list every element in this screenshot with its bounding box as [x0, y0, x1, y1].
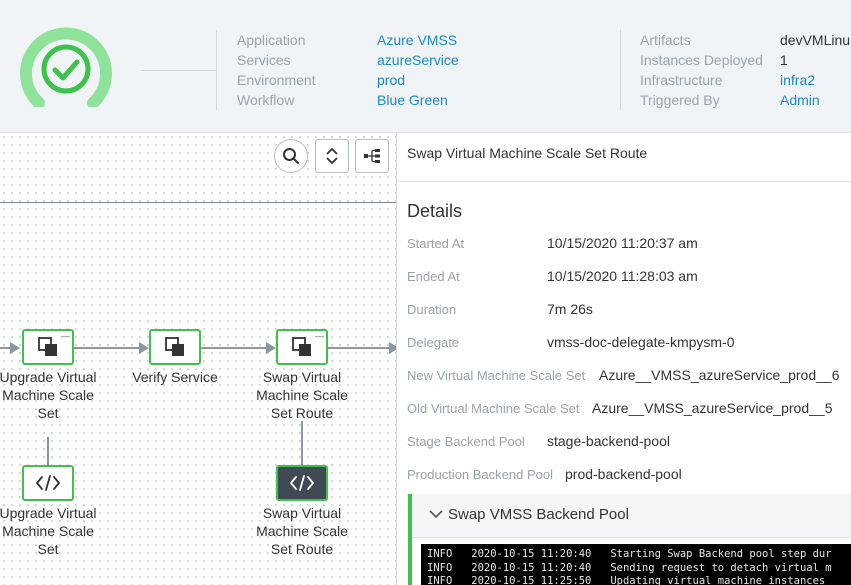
application-link[interactable]: Azure VMSS — [377, 30, 459, 50]
detail-label: Duration — [407, 302, 457, 317]
details-heading: Details — [407, 201, 463, 221]
detail-row-delegate: Delegate vmss-doc-delegate-kmpysm-0 — [407, 334, 735, 351]
detail-row-old-vmss: Old Virtual Machine Scale Set Azure__VMS… — [407, 400, 832, 417]
node-label: Upgrade Virtual Machine Scale Set — [0, 369, 97, 421]
detail-label: Old Virtual Machine Scale Set — [407, 401, 580, 416]
graph-search-button[interactable] — [274, 139, 308, 173]
collapse-icon[interactable]: — — [315, 332, 324, 341]
instances-deployed-value: 1 — [780, 52, 788, 68]
detail-label: Delegate — [407, 335, 460, 350]
triggered-by-label: Triggered By — [640, 92, 720, 108]
detail-label: New Virtual Machine Scale Set — [407, 368, 586, 383]
detail-row-new-vmss: New Virtual Machine Scale Set Azure__VMS… — [407, 367, 839, 384]
step-details-panel: Swap Virtual Machine Scale Set Route Det… — [396, 133, 851, 585]
node-verify-service[interactable] — [149, 329, 201, 365]
success-status-icon — [20, 27, 112, 107]
detail-label: Started At — [407, 236, 465, 251]
code-icon — [36, 475, 60, 491]
meta-right-labels: Artifacts Instances Deployed Infrastruct… — [640, 30, 763, 110]
node-label: Swap Virtual Machine Scale Set Route — [256, 369, 348, 421]
stack-icon — [165, 337, 184, 356]
node-upgrade-vmss[interactable]: — — [22, 329, 74, 365]
node-upgrade-vmss-script[interactable] — [22, 465, 74, 501]
arrow-head — [10, 342, 20, 354]
log-line: INFO 2020-10-15 11:20:40 Starting Swap B… — [427, 548, 832, 560]
chevron-down-icon — [429, 510, 443, 519]
arrow-head — [139, 342, 149, 354]
detail-row-ended-at: Ended At 10/15/2020 11:28:03 am — [407, 268, 698, 285]
execution-log[interactable]: INFO 2020-10-15 11:20:40 Starting Swap B… — [421, 544, 851, 585]
workflow-label: Workflow — [237, 92, 295, 108]
meta-left-values: Azure VMSS azureService prod Blue Green — [377, 30, 459, 110]
header-connector — [141, 70, 216, 71]
services-label: Services — [237, 52, 291, 68]
detail-value: Azure__VMSS_azureService_prod__6 — [599, 367, 840, 383]
expand-collapse-icon — [326, 147, 338, 165]
header-divider — [620, 30, 621, 110]
section-title: Swap VMSS Backend Pool — [448, 506, 629, 523]
panel-title: Swap Virtual Machine Scale Set Route — [407, 145, 648, 161]
stack-icon — [292, 337, 311, 356]
workflow-link[interactable]: Blue Green — [377, 90, 459, 110]
detail-value: prod-backend-pool — [565, 466, 682, 482]
graph-edge — [47, 437, 49, 465]
header-divider — [216, 30, 217, 110]
panel-divider — [397, 181, 851, 182]
detail-row-duration: Duration 7m 26s — [407, 301, 593, 318]
swap-backend-pool-section: Swap VMSS Backend Pool INFO 2020-10-15 1… — [408, 494, 851, 585]
instances-deployed-label: Instances Deployed — [640, 52, 763, 68]
artifacts-label: Artifacts — [640, 32, 691, 48]
section-header-toggle[interactable]: Swap VMSS Backend Pool — [412, 494, 851, 538]
service-link[interactable]: azureService — [377, 50, 459, 70]
node-label: Verify Service — [132, 369, 218, 385]
node-label: Upgrade Virtual Machine Scale Set — [0, 505, 97, 557]
infrastructure-label: Infrastructure — [640, 72, 723, 88]
log-line: INFO 2020-10-15 11:25:50 Updating virtua… — [427, 575, 826, 585]
detail-row-started-at: Started At 10/15/2020 11:20:37 am — [407, 235, 698, 252]
detail-value: 10/15/2020 11:28:03 am — [547, 268, 698, 284]
graph-expand-collapse-button[interactable] — [315, 139, 349, 173]
graph-edge — [74, 347, 140, 349]
execution-header: Application Services Environment Workflo… — [0, 0, 851, 133]
detail-row-production-backend-pool: Production Backend Pool prod-backend-poo… — [407, 466, 682, 483]
infrastructure-link[interactable]: infra2 — [780, 70, 851, 90]
graph-phase-divider — [0, 202, 396, 203]
environment-link[interactable]: prod — [377, 70, 459, 90]
graph-edge — [201, 347, 267, 349]
layout-icon — [364, 149, 380, 163]
code-icon — [290, 475, 314, 491]
stack-icon — [38, 337, 57, 356]
application-label: Application — [237, 32, 306, 48]
meta-right-values: devVMLinu 1 infra2 Admin — [780, 30, 851, 110]
graph-edge — [328, 347, 390, 349]
node-swap-vmss-route[interactable]: — — [276, 329, 328, 365]
detail-label: Production Backend Pool — [407, 467, 553, 482]
search-icon — [283, 148, 299, 164]
arrow-head — [266, 342, 276, 354]
detail-value: stage-backend-pool — [547, 433, 670, 449]
detail-value: 10/15/2020 11:20:37 am — [547, 235, 698, 251]
detail-label: Ended At — [407, 269, 460, 284]
node-swap-vmss-route-script-selected[interactable] — [276, 465, 328, 501]
detail-value: vmss-doc-delegate-kmpysm-0 — [547, 334, 735, 350]
detail-value: 7m 26s — [547, 301, 593, 317]
detail-label: Stage Backend Pool — [407, 434, 525, 449]
detail-row-stage-backend-pool: Stage Backend Pool stage-backend-pool — [407, 433, 670, 450]
meta-left-labels: Application Services Environment Workflo… — [237, 30, 316, 110]
triggered-by-link[interactable]: Admin — [780, 90, 851, 110]
environment-label: Environment — [237, 72, 316, 88]
detail-value: Azure__VMSS_azureService_prod__5 — [592, 400, 833, 416]
log-line: INFO 2020-10-15 11:20:40 Sending request… — [427, 561, 832, 574]
node-label: Swap Virtual Machine Scale Set Route — [256, 505, 348, 557]
collapse-icon[interactable]: — — [61, 332, 70, 341]
graph-layout-button[interactable] — [355, 139, 389, 173]
graph-edge — [301, 421, 303, 465]
artifacts-value: devVMLinu — [780, 32, 851, 48]
